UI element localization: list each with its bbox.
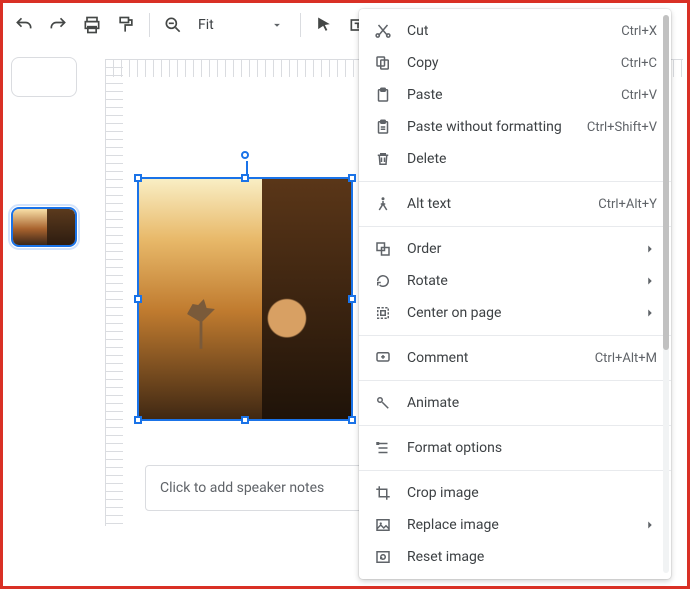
context-menu-item[interactable]: Cut Ctrl+X [359,15,671,47]
context-menu-separator [359,226,671,227]
alt-text-icon [373,194,393,214]
submenu-arrow-icon [643,274,657,288]
context-menu-item-label: Paste [407,87,607,103]
context-menu-item[interactable]: Paste without formatting Ctrl+Shift+V [359,111,671,143]
resize-handle-ml[interactable] [134,295,142,303]
context-menu-item-label: Center on page [407,305,629,321]
context-menu-item-shortcut: Ctrl+V [621,88,657,103]
context-menu-item[interactable]: Animate [359,387,671,419]
submenu-arrow-icon [643,306,657,320]
select-tool-button[interactable] [309,10,339,40]
context-menu-item[interactable]: Copy Ctrl+C [359,47,671,79]
context-menu-item-shortcut: Ctrl+Alt+Y [598,197,657,212]
context-menu-separator [359,335,671,336]
context-menu-item-label: Crop image [407,485,657,501]
redo-button[interactable] [43,10,73,40]
zoom-out-button[interactable] [158,10,188,40]
delete-icon [373,149,393,169]
image-content [139,179,351,419]
context-menu-item-label: Paste without formatting [407,119,573,135]
context-menu-item[interactable]: Crop image [359,477,671,509]
context-menu-item-label: Order [407,241,629,257]
context-menu-separator [359,380,671,381]
rotate-icon [373,271,393,291]
copy-icon [373,53,393,73]
context-menu-item-label: Replace image [407,517,629,533]
format-options-icon [373,438,393,458]
filmstrip [3,47,87,586]
context-menu-item[interactable]: Alt text Ctrl+Alt+Y [359,188,671,220]
zoom-select[interactable]: Fit [192,10,292,40]
slide-thumb-blank[interactable] [11,57,77,97]
context-menu-item[interactable]: Format options [359,432,671,464]
reset-image-icon [373,547,393,567]
context-menu-item[interactable]: Order [359,233,671,265]
context-menu-item[interactable]: Rotate [359,265,671,297]
context-menu-item-label: Cut [407,23,607,39]
resize-handle-bl[interactable] [134,416,142,424]
context-menu-item[interactable]: Delete [359,143,671,175]
context-menu-item-label: Comment [407,350,581,366]
rotation-handle[interactable] [241,151,249,159]
context-menu-item[interactable]: Reset image [359,541,671,573]
context-menu-item[interactable]: Replace image [359,509,671,541]
submenu-arrow-icon [643,242,657,256]
selected-image[interactable] [137,177,353,421]
context-menu-item-label: Reset image [407,549,657,565]
crop-icon [373,483,393,503]
context-menu-separator [359,181,671,182]
context-menu-item[interactable]: Paste Ctrl+V [359,79,671,111]
context-menu-separator [359,425,671,426]
resize-handle-mr[interactable] [348,295,356,303]
context-menu-item[interactable]: Center on page [359,297,671,329]
undo-button[interactable] [9,10,39,40]
ruler-vertical [105,59,123,526]
resize-handle-bm[interactable] [241,416,249,424]
print-button[interactable] [77,10,107,40]
context-menu-item[interactable]: Comment Ctrl+Alt+M [359,342,671,374]
slide-thumb-selected[interactable] [11,207,77,247]
speaker-notes-placeholder: Click to add speaker notes [160,480,324,496]
resize-handle-tl[interactable] [134,174,142,182]
resize-handle-br[interactable] [348,416,356,424]
order-icon [373,239,393,259]
context-menu-item-shortcut: Ctrl+C [621,56,657,71]
context-menu-item-label: Animate [407,395,657,411]
context-menu-item-label: Format options [407,440,657,456]
replace-image-icon [373,515,393,535]
resize-handle-tr[interactable] [348,174,356,182]
paste-icon [373,85,393,105]
animate-icon [373,393,393,413]
center-icon [373,303,393,323]
paste-plain-icon [373,117,393,137]
context-menu-item-label: Rotate [407,273,629,289]
toolbar-divider [149,13,150,37]
zoom-label: Fit [198,17,264,33]
paint-format-button[interactable] [111,10,141,40]
context-menu-item-label: Alt text [407,196,584,212]
context-menu-item-label: Delete [407,151,657,167]
context-menu: Cut Ctrl+X Copy Ctrl+C Paste Ctrl+V Paste with… [359,9,671,579]
context-menu-item-shortcut: Ctrl+Shift+V [587,120,657,135]
cut-icon [373,21,393,41]
comment-icon [373,348,393,368]
toolbar-divider [300,13,301,37]
resize-handle-tm[interactable] [241,174,249,182]
context-menu-separator [359,470,671,471]
context-menu-item-shortcut: Ctrl+Alt+M [595,351,657,366]
submenu-arrow-icon [643,518,657,532]
context-menu-item-label: Copy [407,55,607,71]
chevron-down-icon [270,18,284,32]
context-menu-item-shortcut: Ctrl+X [621,24,657,39]
